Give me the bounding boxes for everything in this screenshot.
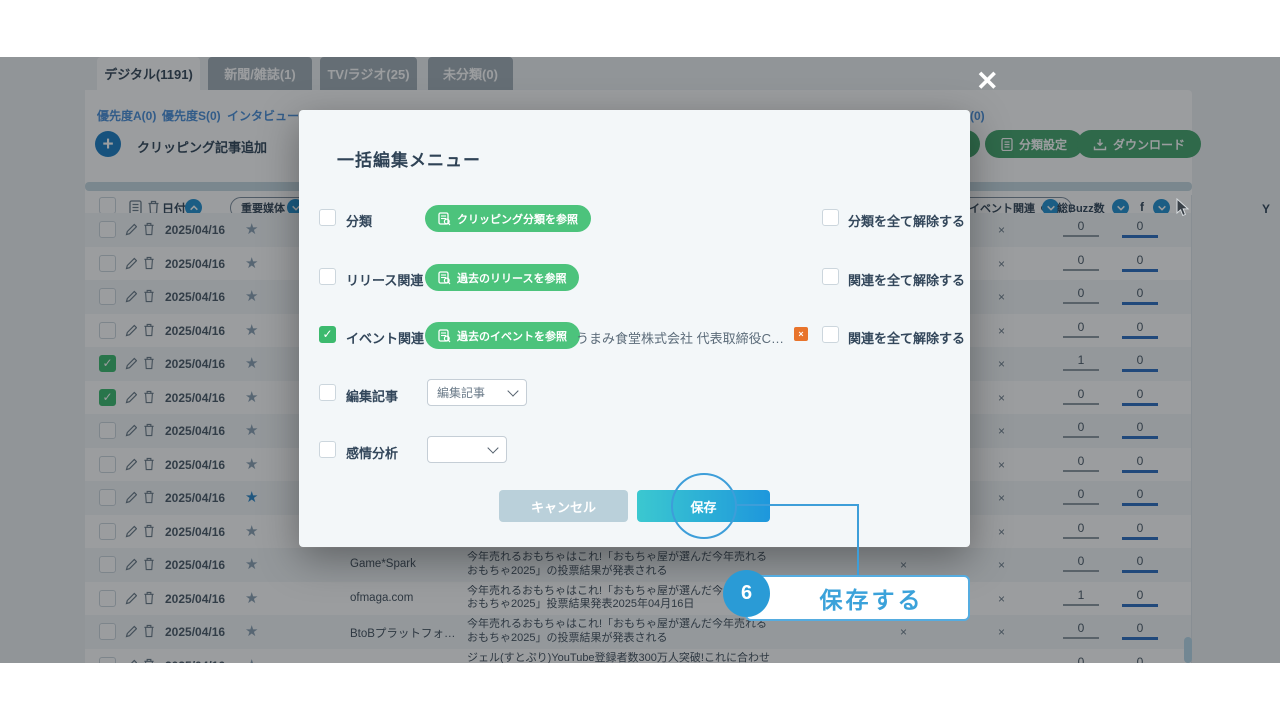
- edited-article-select[interactable]: 編集記事: [427, 379, 527, 406]
- category-checkbox[interactable]: [319, 209, 336, 226]
- selected-event-value: うまみ食堂株式会社 代表取締役C…: [576, 328, 784, 347]
- tutorial-tooltip: 保存する: [745, 575, 970, 621]
- chevron-down-icon: [507, 385, 518, 396]
- browse-category-button[interactable]: クリッピング分類を参照: [425, 205, 591, 232]
- release-checkbox[interactable]: [319, 268, 336, 285]
- modal-row-edited-article: 編集記事 編集記事: [299, 379, 970, 407]
- modal-row-release: リリース関連 過去のリリースを参照 関連を全て解除する: [299, 263, 970, 291]
- clear-event-label: 関連を全て解除する: [848, 328, 965, 347]
- browse-category-label: クリッピング分類を参照: [457, 211, 578, 227]
- document-search-icon: [438, 271, 451, 285]
- tutorial-tooltip-label: 保存する: [820, 581, 924, 615]
- cancel-button[interactable]: キャンセル: [499, 490, 628, 522]
- edited-article-select-value: 編集記事: [437, 384, 485, 401]
- close-icon[interactable]: ✕: [976, 68, 999, 95]
- annotation-connector-vertical: [857, 504, 859, 577]
- clear-release-label: 関連を全て解除する: [848, 270, 965, 289]
- browse-release-label: 過去のリリースを参照: [457, 270, 566, 286]
- edited-article-label: 編集記事: [346, 386, 398, 405]
- category-label: 分類: [346, 211, 372, 230]
- clear-category-label: 分類を全て解除する: [848, 211, 965, 230]
- sentiment-select[interactable]: [427, 436, 507, 463]
- modal-row-category: 分類 クリッピング分類を参照 分類を全て解除する: [299, 204, 970, 232]
- event-label: イベント関連: [346, 328, 424, 347]
- event-checkbox[interactable]: ✓: [319, 326, 336, 343]
- browse-event-button[interactable]: 過去のイベントを参照: [425, 322, 580, 349]
- browse-release-button[interactable]: 過去のリリースを参照: [425, 264, 579, 291]
- browse-event-label: 過去のイベントを参照: [457, 328, 567, 344]
- chevron-down-icon: [487, 442, 498, 453]
- modal-row-sentiment: 感情分析: [299, 436, 970, 464]
- modal-title: 一括編集メニュー: [337, 146, 481, 171]
- bulk-edit-modal: 一括編集メニュー 分類 クリッピング分類を参照 分類を全て解除する リリース関連…: [299, 110, 970, 547]
- step-badge: 6: [723, 570, 770, 617]
- document-search-icon: [438, 329, 451, 343]
- document-search-icon: [438, 212, 451, 226]
- clear-category-checkbox[interactable]: [822, 209, 839, 226]
- clear-event-checkbox[interactable]: [822, 326, 839, 343]
- edited-article-checkbox[interactable]: [319, 384, 336, 401]
- clear-release-checkbox[interactable]: [822, 268, 839, 285]
- remove-event-icon[interactable]: ×: [794, 327, 808, 341]
- annotation-connector-horizontal: [737, 504, 858, 506]
- save-highlight-circle: [671, 473, 737, 539]
- mouse-cursor: [1176, 198, 1190, 218]
- modal-row-event: ✓ イベント関連 過去のイベントを参照 うまみ食堂株式会社 代表取締役C… × …: [299, 321, 970, 349]
- screenshot-root: デジタル(1191) 新聞/雑誌(1) TV/ラジオ(25) 未分類(0) 優先…: [0, 0, 1280, 720]
- release-label: リリース関連: [346, 270, 423, 289]
- sentiment-checkbox[interactable]: [319, 441, 336, 458]
- sentiment-label: 感情分析: [346, 443, 398, 462]
